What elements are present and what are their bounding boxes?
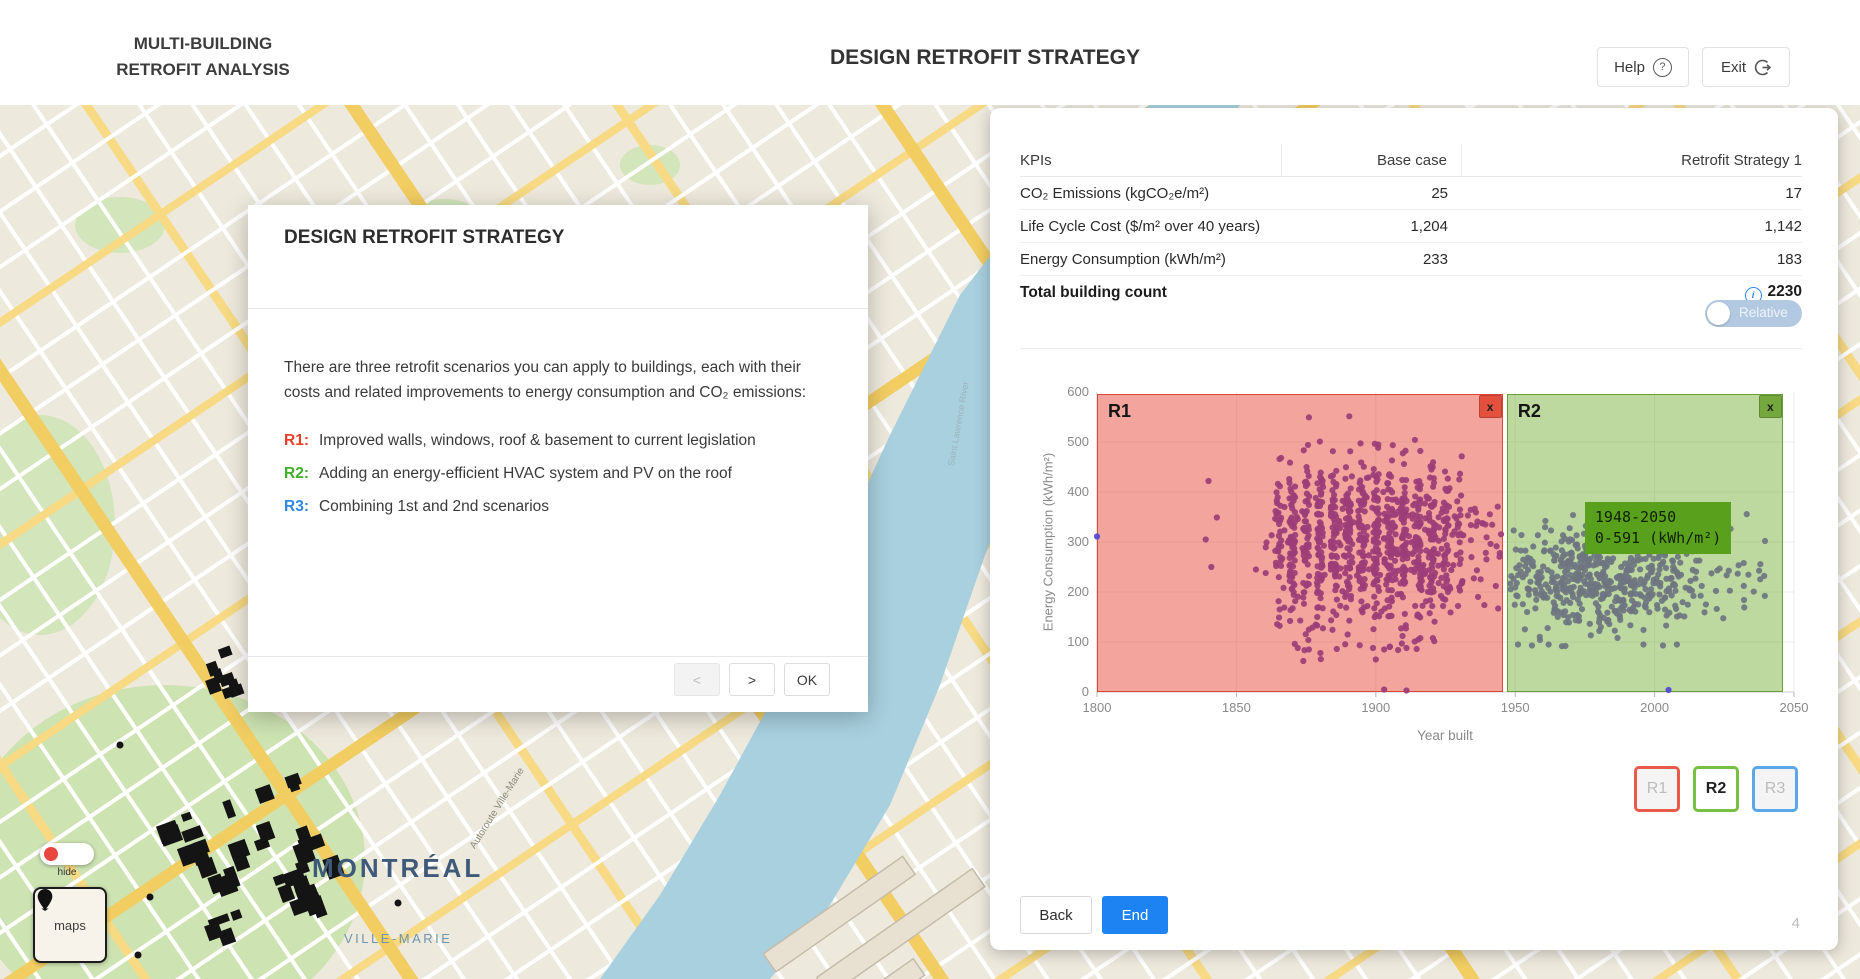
region-close-icon-r2[interactable]: x: [1759, 395, 1782, 418]
exit-button[interactable]: Exit: [1702, 47, 1790, 87]
kpi-row-lcc: Life Cycle Cost ($/m² over 40 years) 1,2…: [1020, 210, 1802, 243]
page-title: DESIGN RETROFIT STRATEGY: [830, 46, 1140, 70]
dialog-divider-top: [248, 308, 868, 309]
x-tick-2000: 2000: [1625, 700, 1685, 715]
y-tick-600: 600: [1047, 384, 1089, 399]
kpi-col-base-case: Base case: [1282, 144, 1462, 176]
top-header: MULTI-BUILDING RETROFIT ANALYSIS DESIGN …: [0, 0, 1860, 105]
relative-toggle-label: Relative: [1739, 305, 1788, 320]
scenario-r1-text: Improved walls, windows, roof & basement…: [319, 432, 756, 450]
scenario-button-r3[interactable]: R3: [1752, 766, 1798, 812]
y-tick-100: 100: [1047, 634, 1089, 649]
kpi-lcc-base: 1,204: [1282, 218, 1462, 235]
hide-toggle-knob: [44, 847, 58, 861]
exit-logout-icon: [1754, 59, 1771, 76]
scenario-r3-text: Combining 1st and 2nd scenarios: [319, 498, 549, 516]
hide-toggle-group: hide: [38, 843, 96, 878]
kpi-co2-name: CO₂ Emissions (kgCO₂e/m²): [1020, 185, 1282, 202]
x-tick-1850: 1850: [1206, 700, 1266, 715]
dialog-buttons: < > OK: [674, 663, 830, 696]
chart-tooltip: 1948-2050 0-591 (kWh/m²): [1585, 502, 1731, 554]
kpi-energy-base: 233: [1282, 251, 1462, 268]
map-district-label: VILLE-MARIE: [344, 931, 452, 946]
scenario-r2-text: Adding an energy-efficient HVAC system a…: [319, 465, 732, 483]
scenario-button-r1[interactable]: R1: [1634, 766, 1680, 812]
help-button[interactable]: Help ?: [1597, 47, 1689, 87]
x-tick-1900: 1900: [1346, 700, 1406, 715]
map-city-label: MONTRÉAL: [312, 853, 483, 884]
dialog-divider-bottom: [248, 656, 868, 657]
maps-button[interactable]: maps: [33, 887, 107, 963]
kpi-row-co2: CO₂ Emissions (kgCO₂e/m²) 25 17: [1020, 177, 1802, 210]
total-count-value: 2230: [1768, 283, 1802, 300]
scenario-button-r2[interactable]: R2: [1693, 766, 1739, 812]
x-tick-1800: 1800: [1067, 700, 1127, 715]
tooltip-line1: 1948-2050: [1595, 507, 1721, 528]
x-tick-2050: 2050: [1764, 700, 1824, 715]
app-title: MULTI-BUILDING RETROFIT ANALYSIS: [108, 31, 298, 84]
scenario-r2-label: R2:: [284, 465, 309, 483]
kpi-energy-name: Energy Consumption (kWh/m²): [1020, 251, 1282, 268]
scenario-list: R1: Improved walls, windows, roof & base…: [284, 432, 844, 531]
kpi-chart-panel: KPIs Base case Retrofit Strategy 1 CO₂ E…: [990, 108, 1838, 950]
kpi-lcc-retrofit: 1,142: [1462, 218, 1802, 235]
x-tick-1950: 1950: [1485, 700, 1545, 715]
relative-toggle[interactable]: Relative: [1705, 300, 1802, 327]
kpi-co2-retrofit: 17: [1462, 185, 1802, 202]
end-button[interactable]: End: [1102, 896, 1168, 934]
dialog-title: DESIGN RETROFIT STRATEGY: [284, 227, 564, 249]
kpi-row-total-count: Total building count i2230: [1020, 276, 1802, 310]
scenario-row-r1: R1: Improved walls, windows, roof & base…: [284, 432, 844, 450]
app-root: MONTRÉAL VILLE-MARIE Autoroute Ville-Mar…: [0, 0, 1860, 979]
hide-toggle-label: hide: [38, 867, 96, 878]
dialog-ok-button[interactable]: OK: [784, 663, 830, 696]
x-axis-label: Year built: [1417, 728, 1473, 743]
kpi-table: KPIs Base case Retrofit Strategy 1 CO₂ E…: [1020, 144, 1802, 310]
help-button-label: Help: [1614, 59, 1645, 76]
region-close-icon-r1[interactable]: x: [1479, 395, 1502, 418]
maps-button-label: maps: [54, 918, 86, 933]
y-tick-500: 500: [1047, 434, 1089, 449]
back-button[interactable]: Back: [1020, 896, 1092, 934]
app-title-line1: MULTI-BUILDING: [108, 31, 298, 57]
exit-button-label: Exit: [1721, 59, 1746, 76]
hide-toggle[interactable]: [40, 843, 94, 865]
panel-divider: [1020, 348, 1802, 349]
dialog-next-button[interactable]: >: [729, 663, 775, 696]
help-question-icon: ?: [1653, 58, 1672, 77]
dialog-prev-button[interactable]: <: [674, 663, 720, 696]
scenario-r3-label: R3:: [284, 498, 309, 516]
total-count-label: Total building count: [1020, 284, 1167, 302]
app-title-line2: RETROFIT ANALYSIS: [108, 57, 298, 83]
plot-area[interactable]: R1xR2x 1948-2050 0-591 (kWh/m²): [1097, 392, 1794, 692]
y-tick-0: 0: [1047, 684, 1089, 699]
scenario-row-r3: R3: Combining 1st and 2nd scenarios: [284, 498, 844, 516]
y-tick-400: 400: [1047, 484, 1089, 499]
kpi-col-retrofit: Retrofit Strategy 1: [1462, 144, 1802, 176]
y-tick-200: 200: [1047, 584, 1089, 599]
kpi-co2-base: 25: [1282, 185, 1462, 202]
y-tick-300: 300: [1047, 534, 1089, 549]
scenario-r1-label: R1:: [284, 432, 309, 450]
kpi-col-kpis: KPIs: [1020, 144, 1282, 176]
tooltip-line2: 0-591 (kWh/m²): [1595, 528, 1721, 549]
design-retrofit-dialog: DESIGN RETROFIT STRATEGY There are three…: [248, 205, 868, 712]
scenario-buttons: R1 R2 R3: [1634, 766, 1798, 812]
scenario-row-r2: R2: Adding an energy-efficient HVAC syst…: [284, 465, 844, 483]
kpi-table-header: KPIs Base case Retrofit Strategy 1: [1020, 144, 1802, 177]
kpi-energy-retrofit: 183: [1462, 251, 1802, 268]
kpi-row-energy: Energy Consumption (kWh/m²) 233 183: [1020, 243, 1802, 276]
kpi-lcc-name: Life Cycle Cost ($/m² over 40 years): [1020, 218, 1282, 235]
map-pin-icon: [35, 889, 55, 911]
dialog-intro-text: There are three retrofit scenarios you c…: [284, 355, 839, 405]
relative-toggle-knob: [1707, 302, 1730, 325]
page-number: 4: [1792, 915, 1800, 932]
